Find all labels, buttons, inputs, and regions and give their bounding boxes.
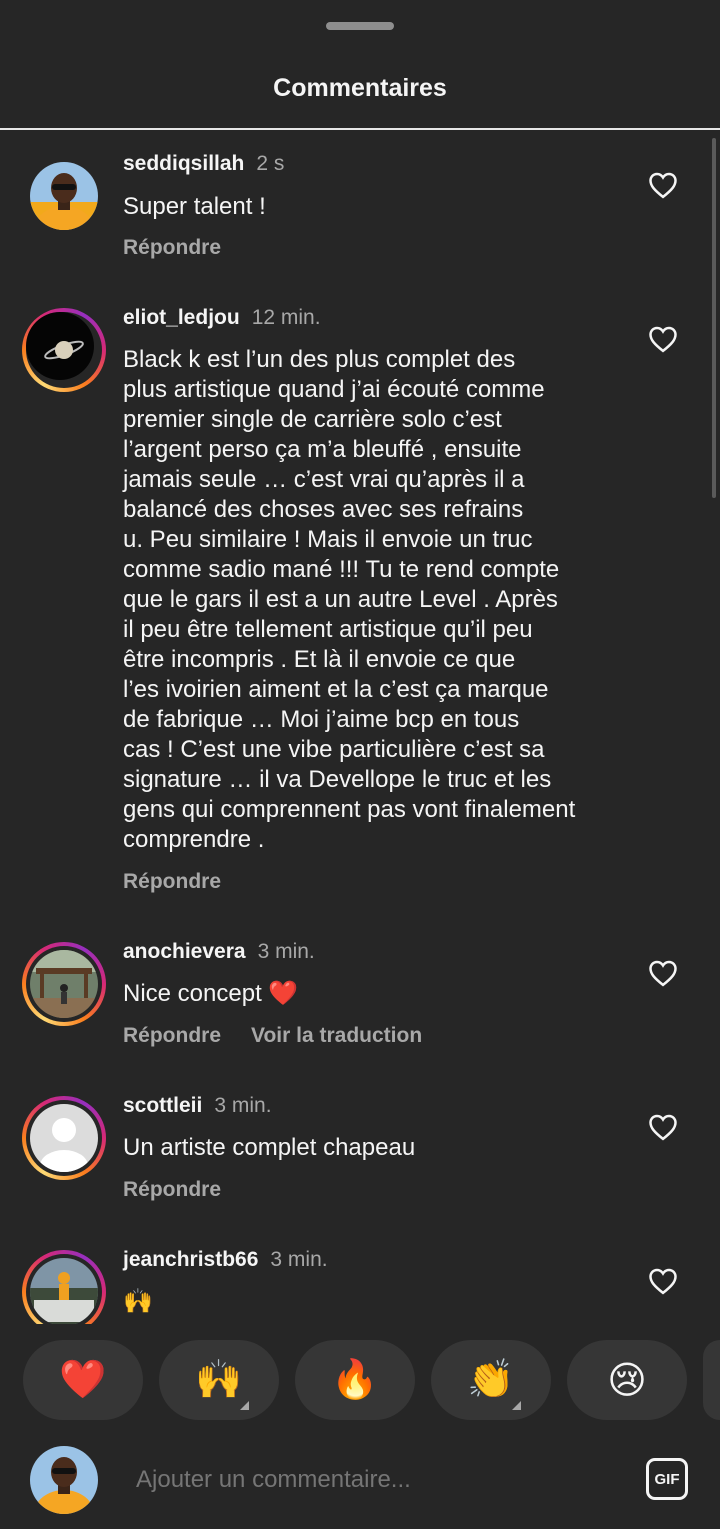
- raised-hands-emoji: 🙌: [195, 1359, 243, 1401]
- comment-time: 3 min.: [270, 1248, 328, 1271]
- avatar: [30, 950, 98, 1018]
- avatar: [30, 1446, 98, 1514]
- comment-time: 12 min.: [251, 306, 321, 329]
- clapping-hands-emoji: 👏: [467, 1359, 515, 1401]
- heart-icon[interactable]: [648, 171, 678, 199]
- skin-tone-indicator: [240, 1401, 249, 1410]
- comment-actions: Répondre Voir la traduction: [123, 1024, 452, 1048]
- comment-username[interactable]: jeanchristb66: [123, 1248, 258, 1271]
- comment-text: Black k est l’un des plus complet des pl…: [123, 346, 576, 853]
- comment-text: 🙌: [123, 1288, 153, 1315]
- comment-meta: jeanchristb66 3 min.: [123, 1248, 328, 1272]
- heart-icon[interactable]: [648, 325, 678, 353]
- fire-emoji: 🔥: [331, 1359, 379, 1401]
- skin-tone-indicator: [512, 1401, 521, 1410]
- comment-actions: Répondre: [123, 870, 251, 894]
- reaction-heart-button[interactable]: ❤️: [23, 1340, 143, 1420]
- comment-input[interactable]: [136, 1466, 596, 1494]
- comment-text: Nice concept ❤️: [123, 980, 299, 1007]
- comment-username[interactable]: eliot_ledjou: [123, 306, 240, 329]
- comment-meta: scottleii 3 min.: [123, 1094, 272, 1118]
- reply-button[interactable]: Répondre: [123, 1178, 221, 1201]
- heart-icon[interactable]: [648, 1113, 678, 1141]
- reaction-raised-hands-button[interactable]: 🙌: [159, 1340, 279, 1420]
- gif-icon: GIF: [654, 1470, 680, 1488]
- comments-list[interactable]: seddiqsillah 2 s Super talent ! Répondre …: [0, 130, 720, 1324]
- comment-actions: Répondre: [123, 1178, 251, 1202]
- comment-time: 3 min.: [214, 1094, 272, 1117]
- avatar-story-ring[interactable]: [22, 942, 106, 1026]
- heart-icon[interactable]: [648, 1267, 678, 1295]
- heart-icon[interactable]: [648, 959, 678, 987]
- avatar[interactable]: [30, 162, 98, 230]
- reaction-more-button[interactable]: [703, 1340, 720, 1420]
- reaction-clap-button[interactable]: 👏: [431, 1340, 551, 1420]
- reply-button[interactable]: Répondre: [123, 1024, 221, 1047]
- avatar-story-ring[interactable]: [22, 308, 106, 392]
- avatar: [30, 1104, 98, 1172]
- avatar-story-ring[interactable]: [22, 1096, 106, 1180]
- reaction-fire-button[interactable]: 🔥: [295, 1340, 415, 1420]
- avatar-story-ring[interactable]: [22, 1250, 106, 1324]
- avatar: [26, 312, 94, 380]
- crying-face-emoji: 😢: [607, 1359, 647, 1402]
- heart-emoji: ❤️: [59, 1359, 107, 1401]
- scrollbar[interactable]: [712, 138, 716, 498]
- comment-time: 2 s: [256, 152, 285, 175]
- comment-username[interactable]: anochievera: [123, 940, 246, 963]
- comment-time: 3 min.: [257, 940, 315, 963]
- quick-reactions-bar: ❤️ 🙌 🔥 👏 😢: [0, 1340, 720, 1420]
- comment-meta: anochievera 3 min.: [123, 940, 315, 964]
- comment-meta: eliot_ledjou 12 min.: [123, 306, 321, 330]
- avatar: [30, 1258, 98, 1324]
- comment-text: Un artiste complet chapeau: [123, 1134, 416, 1161]
- page-title: Commentaires: [273, 74, 447, 102]
- translate-button[interactable]: Voir la traduction: [251, 1024, 422, 1047]
- gif-button[interactable]: GIF: [646, 1458, 688, 1500]
- reaction-crying-button[interactable]: 😢: [567, 1340, 687, 1420]
- comment-meta: seddiqsillah 2 s: [123, 152, 284, 176]
- comment-username[interactable]: seddiqsillah: [123, 152, 244, 175]
- reply-button[interactable]: Répondre: [123, 870, 221, 893]
- comment-actions: Répondre: [123, 236, 251, 260]
- comment-username[interactable]: scottleii: [123, 1094, 202, 1117]
- drag-handle[interactable]: [326, 22, 394, 30]
- comment-text: Super talent !: [123, 193, 266, 220]
- reply-button[interactable]: Répondre: [123, 236, 221, 259]
- comment-composer: GIF: [0, 1444, 720, 1529]
